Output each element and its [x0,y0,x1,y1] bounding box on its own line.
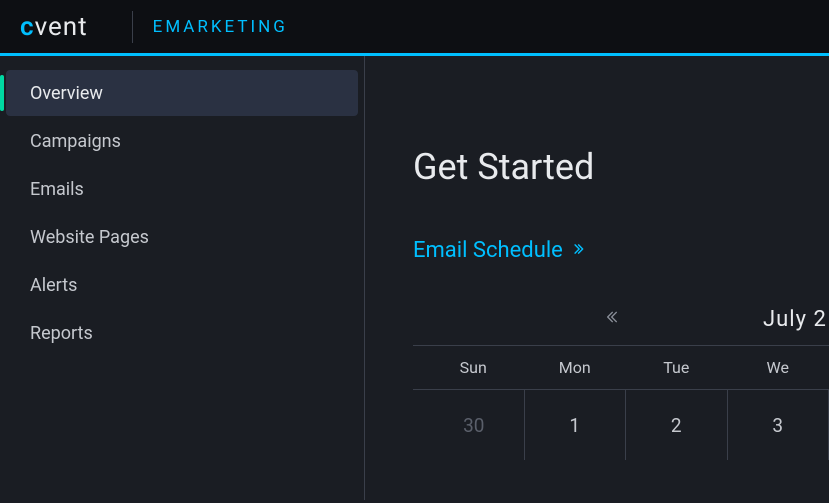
calendar-day-header: We [728,358,829,377]
sidebar-item-website-pages[interactable]: Website Pages [6,214,358,260]
sidebar-item-reports[interactable]: Reports [6,310,358,356]
calendar: July 2 Sun Mon Tue We 30 1 2 3 [413,303,829,460]
calendar-month-label: July 2 [763,307,827,332]
calendar-date-cell[interactable]: 3 [728,390,829,460]
logo-suffix: vent [35,12,88,42]
calendar-date-cell[interactable]: 1 [525,390,626,460]
email-schedule-link[interactable]: Email Schedule [413,238,585,263]
sidebar-item-emails[interactable]: Emails [6,166,358,212]
calendar-day-header: Tue [626,358,728,377]
sidebar-item-label: Website Pages [30,227,149,248]
logo-prefix: c [20,12,35,42]
sidebar-item-label: Reports [30,323,93,344]
calendar-day-headers: Sun Mon Tue We [413,346,829,390]
sidebar-item-label: Alerts [30,275,77,296]
sidebar-item-label: Emails [30,179,84,200]
sidebar-item-alerts[interactable]: Alerts [6,262,358,308]
header-divider [132,11,133,43]
sidebar-item-label: Overview [30,83,103,104]
content: Overview Campaigns Emails Website Pages … [0,56,829,500]
calendar-date-cell[interactable]: 2 [626,390,727,460]
chevron-right-double-icon [571,241,585,260]
calendar-header: July 2 [413,304,829,346]
sidebar: Overview Campaigns Emails Website Pages … [0,56,365,500]
sidebar-item-overview[interactable]: Overview [6,70,358,116]
calendar-day-header: Sun [423,358,525,377]
calendar-row: 30 1 2 3 [413,390,829,460]
page-title: Get Started [413,146,829,188]
calendar-date-cell[interactable]: 30 [423,390,525,460]
section-link-label: Email Schedule [413,238,563,263]
sidebar-item-label: Campaigns [30,131,121,152]
main-content: Get Started Email Schedule July 2 Sun Mo… [365,56,829,500]
app-header: cvent EMARKETING [0,0,829,56]
calendar-day-header: Mon [525,358,627,377]
product-name: EMARKETING [153,17,288,37]
logo[interactable]: cvent [20,12,88,42]
sidebar-item-campaigns[interactable]: Campaigns [6,118,358,164]
calendar-prev-button[interactable] [593,309,633,330]
